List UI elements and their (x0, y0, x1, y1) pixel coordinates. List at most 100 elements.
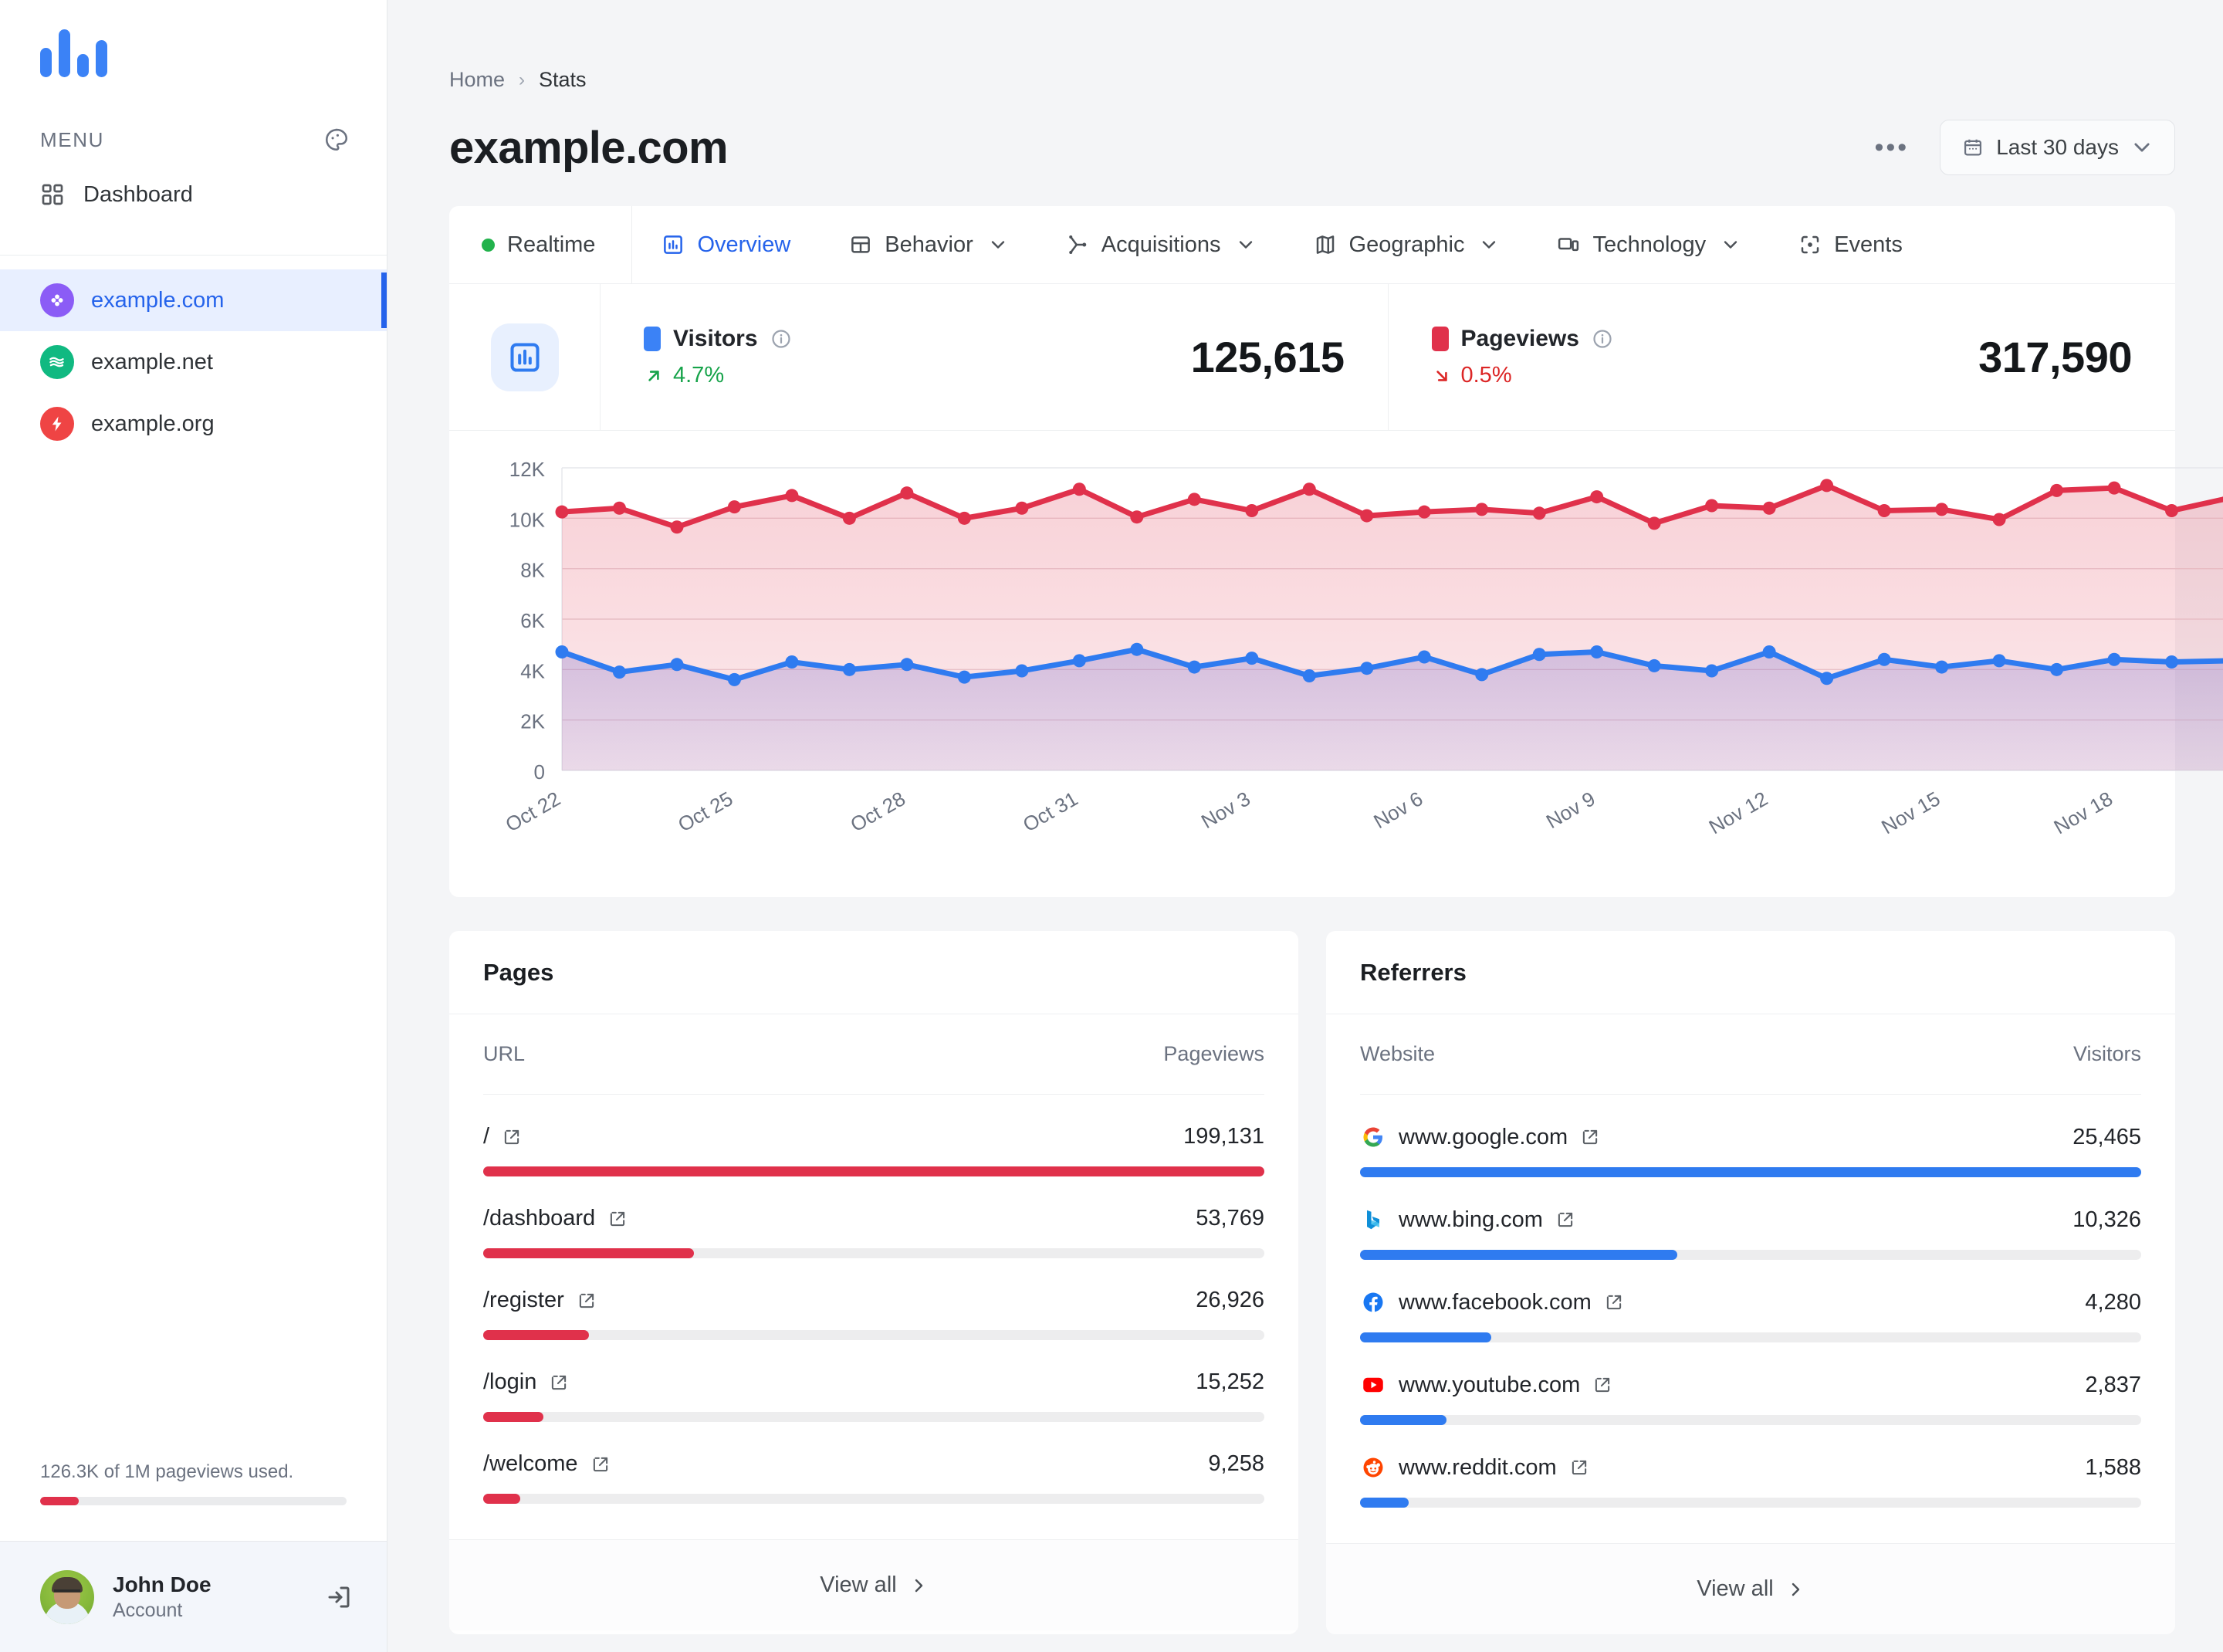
external-link-icon[interactable] (1592, 1375, 1612, 1395)
tab-acquisitions[interactable]: Acquisitions (1037, 206, 1284, 283)
logo-container[interactable] (0, 0, 387, 116)
external-link-icon[interactable] (1604, 1292, 1624, 1312)
stat-visitors-value: 125,615 (1190, 333, 1345, 381)
row-value: 15,252 (1196, 1369, 1264, 1394)
sidebar-item-example-org[interactable]: example.org (0, 393, 387, 455)
svg-text:8K: 8K (520, 559, 545, 582)
chevron-right-icon (1786, 1580, 1805, 1599)
stat-visitors-label: Visitors (673, 326, 758, 351)
info-icon[interactable] (770, 328, 792, 350)
date-range-picker[interactable]: Last 30 days (1940, 120, 2175, 175)
table-row[interactable]: /register 26,926 (483, 1258, 1264, 1340)
tab-events[interactable]: Events (1769, 206, 1932, 283)
table-row[interactable]: www.facebook.com 4,280 (1360, 1260, 2141, 1342)
title-actions: ••• Last 30 days (1869, 120, 2175, 175)
stat-pageviews-value: 317,590 (1978, 333, 2132, 381)
stat-pageviews-header: Pageviews (1431, 326, 1613, 352)
site-avatar-red-icon (40, 407, 74, 441)
row-label-text: /login (483, 1369, 537, 1394)
row-label: www.reddit.com (1360, 1454, 1589, 1481)
pages-view-all-button[interactable]: View all (449, 1539, 1298, 1630)
external-link-icon[interactable] (502, 1127, 522, 1147)
tab-geographic[interactable]: Geographic (1284, 206, 1528, 283)
table-row-top: / 199,131 (483, 1124, 1264, 1149)
row-bar-track (483, 1330, 1264, 1340)
table-row[interactable]: / 199,131 (483, 1095, 1264, 1176)
tab-realtime[interactable]: Realtime (449, 206, 633, 283)
tab-technology[interactable]: Technology (1528, 206, 1769, 283)
row-label-text: / (483, 1124, 490, 1149)
external-link-icon[interactable] (590, 1454, 611, 1474)
row-bar-track (1360, 1250, 2141, 1260)
bar-chart-icon (661, 233, 685, 256)
svg-text:0: 0 (534, 760, 545, 784)
row-value: 2,837 (2085, 1372, 2141, 1397)
chevron-down-icon (1480, 235, 1498, 254)
external-link-icon[interactable] (577, 1291, 597, 1311)
external-link-icon[interactable] (1555, 1210, 1575, 1230)
breadcrumb-current: Stats (539, 68, 587, 91)
row-value: 199,131 (1183, 1124, 1264, 1149)
stat-visitors-delta: 4.7% (644, 363, 792, 388)
row-value: 53,769 (1196, 1206, 1264, 1231)
svg-text:2K: 2K (520, 710, 545, 733)
avatar (40, 1569, 94, 1624)
palette-icon[interactable] (323, 127, 350, 153)
stat-pageviews-label: Pageviews (1460, 326, 1579, 351)
logo-bar-1 (40, 48, 52, 77)
tab-label: Events (1834, 232, 1903, 257)
table-row[interactable]: /dashboard 53,769 (483, 1176, 1264, 1258)
logout-icon[interactable] (325, 1583, 353, 1611)
table-row[interactable]: www.bing.com 10,326 (1360, 1177, 2141, 1260)
youtube-favicon (1360, 1372, 1386, 1398)
timeseries-chart[interactable]: 0 2K 4K 6K 8K 10K 12K Oct 22 Oct 25 Oct 28 Oct 31 N… (477, 454, 2223, 871)
chevron-down-icon (2131, 137, 2153, 158)
row-bar-track (1360, 1332, 2141, 1342)
sidebar-item-label: Dashboard (83, 181, 193, 207)
tab-behavior[interactable]: Behavior (820, 206, 1036, 283)
table-row[interactable]: www.youtube.com 2,837 (1360, 1342, 2141, 1425)
row-bar-fill (483, 1494, 520, 1504)
external-link-icon[interactable] (1580, 1127, 1600, 1147)
row-bar-track (483, 1494, 1264, 1504)
external-link-icon[interactable] (549, 1373, 569, 1393)
table-row-top: /register 26,926 (483, 1288, 1264, 1313)
sidebar-item-example-net[interactable]: example.net (0, 331, 387, 393)
tab-overview[interactable]: Overview (632, 206, 820, 283)
stats-badge-container (449, 284, 601, 430)
table-row[interactable]: /welcome 9,258 (483, 1422, 1264, 1504)
site-label: example.com (91, 287, 225, 313)
focus-target-icon (1798, 233, 1822, 256)
table-row-top: www.bing.com 10,326 (1360, 1207, 2141, 1233)
page-title: example.com (449, 122, 729, 173)
referrers-rows: www.google.com 25,465 www.bing.com 10,326 ww… (1360, 1095, 2141, 1508)
quota-progress-track (40, 1497, 347, 1505)
account-row[interactable]: John Doe Account (0, 1541, 387, 1652)
external-link-icon[interactable] (1569, 1457, 1589, 1478)
sidebar-item-example-com[interactable]: example.com (0, 269, 387, 331)
pages-panel-body: URL Pageviews / 199,131/dashboard 53,769/r… (449, 1014, 1298, 1504)
pages-panel-header: Pages (449, 931, 1298, 1014)
row-label-text: www.bing.com (1399, 1207, 1543, 1232)
stat-pageviews[interactable]: Pageviews 0.5% 317,590 (1387, 284, 2176, 430)
account-name: John Doe (113, 1572, 211, 1596)
external-link-icon[interactable] (607, 1209, 628, 1229)
referrers-view-all-button[interactable]: View all (1326, 1543, 2175, 1634)
sidebar-item-dashboard[interactable]: Dashboard (0, 164, 387, 225)
table-row[interactable]: /login 15,252 (483, 1340, 1264, 1422)
table-row[interactable]: www.reddit.com 1,588 (1360, 1425, 2141, 1508)
row-bar-fill (1360, 1498, 1409, 1508)
stat-visitors[interactable]: Visitors 4.7% 125,615 (601, 284, 1388, 430)
info-icon[interactable] (1592, 328, 1613, 350)
pages-panel: Pages URL Pageviews / 199,131/dashboard 53… (449, 931, 1298, 1634)
row-bar-fill (1360, 1332, 1492, 1342)
stat-pageviews-delta: 0.5% (1432, 363, 1613, 388)
row-label: www.bing.com (1360, 1207, 1575, 1233)
table-row[interactable]: www.google.com 25,465 (1360, 1095, 2141, 1177)
app-root: MENU Dashboard example.com example.net e… (0, 0, 2223, 1652)
row-label-text: /register (483, 1288, 564, 1312)
table-row-top: www.google.com 25,465 (1360, 1124, 2141, 1150)
site-list: example.com example.net example.org (0, 256, 387, 455)
breadcrumb-home[interactable]: Home (449, 68, 505, 92)
more-options-button[interactable]: ••• (1869, 134, 1916, 161)
